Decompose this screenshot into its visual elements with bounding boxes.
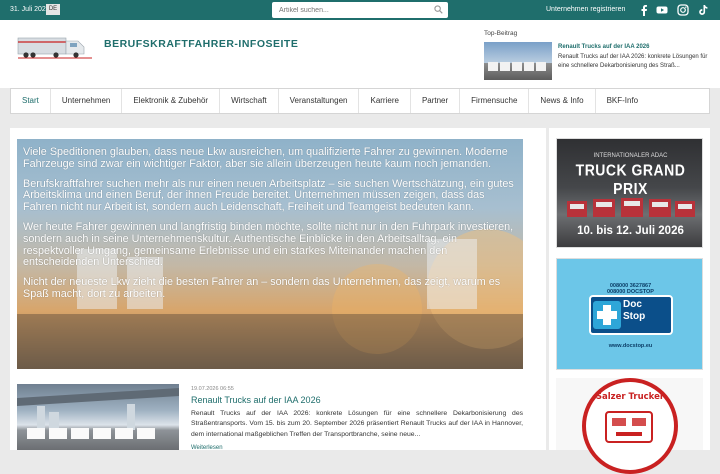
site-header: BERUFSKRAFTFAHRER-INFOSEITE Top-Beitrag …: [0, 20, 720, 88]
truck-grand-prix-ad[interactable]: INTERNATIONALER ADAC TRUCK GRAND PRIX 10…: [556, 138, 703, 248]
instagram-icon[interactable]: [677, 4, 689, 16]
nav-item-veranstaltungen[interactable]: Veranstaltungen: [279, 89, 360, 113]
search-input[interactable]: [272, 2, 422, 18]
hero-paragraph-3: Wer heute Fahrer gewinnen und langfristi…: [23, 220, 514, 269]
salzer-trucker-title: Salzer Trucker: [595, 392, 665, 402]
hero-paragraph-1: Viele Speditionen glauben, dass neue Lkw…: [23, 146, 508, 170]
nav-item-firmensuche[interactable]: Firmensuche: [460, 89, 530, 113]
top-bar: 31. Juli 2026 DE Unternehmen registriere…: [0, 0, 720, 20]
top-post-excerpt: Renault Trucks auf der IAA 2026: konkret…: [558, 54, 708, 69]
ad-title: TRUCK GRAND PRIX: [575, 160, 686, 198]
trucks-illustration: [567, 198, 695, 217]
register-company-link[interactable]: Unternehmen registrieren: [546, 6, 625, 13]
hero-banner[interactable]: Viele Speditionen glauben, dass neue Lkw…: [17, 139, 523, 369]
ad-dates: 10. bis 12. Juli 2026: [577, 225, 684, 237]
hero-paragraph-4: Nicht der neueste Lkw zieht die besten F…: [23, 276, 501, 300]
top-post-label: Top-Beitrag: [484, 30, 518, 37]
top-post-title[interactable]: Renault Trucks auf der IAA 2026: [558, 44, 649, 50]
docstop-brand: Doc Stop: [623, 299, 645, 323]
nav-item-unternehmen[interactable]: Unternehmen: [51, 89, 123, 113]
article-title[interactable]: Renault Trucks auf der IAA 2026: [191, 395, 321, 405]
nav-item-karriere[interactable]: Karriere: [359, 89, 411, 113]
current-date: 31. Juli 2026: [10, 6, 50, 13]
article-image[interactable]: [17, 384, 179, 450]
facebook-icon[interactable]: [638, 4, 650, 16]
nav-item-start[interactable]: Start: [11, 89, 51, 113]
medical-cross-icon: [593, 301, 621, 329]
main-content: Viele Speditionen glauben, dass neue Lkw…: [10, 128, 546, 451]
main-navigation: Start Unternehmen Elektronik & Zubehör W…: [10, 88, 710, 114]
site-logo[interactable]: [16, 32, 94, 62]
truck-icon: [605, 411, 653, 443]
nav-item-bkf-info[interactable]: BKF-Info: [596, 89, 650, 113]
read-more-link[interactable]: Weiterlesen: [191, 445, 223, 451]
nav-item-partner[interactable]: Partner: [411, 89, 461, 113]
article-excerpt: Renault Trucks auf der IAA 2026: konkret…: [191, 410, 523, 438]
nav-item-elektronik[interactable]: Elektronik & Zubehör: [122, 89, 221, 113]
youtube-icon[interactable]: [656, 4, 668, 16]
top-post-image[interactable]: [484, 42, 552, 80]
article-teaser: 19.07.2026 06:55 Renault Trucks auf der …: [17, 384, 523, 451]
language-selector[interactable]: DE: [46, 4, 60, 15]
nav-item-news[interactable]: News & Info: [529, 89, 596, 113]
docstop-url: www.docstop.eu: [608, 343, 653, 349]
article-date: 19.07.2026 06:55: [191, 386, 234, 392]
search-icon[interactable]: [434, 5, 443, 14]
docstop-brand-line2: Stop: [623, 311, 646, 322]
salzer-trucker-ad[interactable]: Salzer Trucker: [556, 378, 703, 474]
hero-paragraph-2: Berufskraftfahrer suchen mehr als nur ei…: [23, 177, 514, 214]
search-box: [272, 2, 448, 18]
site-name[interactable]: BERUFSKRAFTFAHRER-INFOSEITE: [104, 38, 298, 50]
nav-item-wirtschaft[interactable]: Wirtschaft: [220, 89, 279, 113]
sidebar: INTERNATIONALER ADAC TRUCK GRAND PRIX 10…: [549, 128, 710, 474]
tiktok-icon[interactable]: [697, 4, 709, 16]
docstop-ad[interactable]: 008000 3627867 008000 DOCSTOP Doc Stop ww…: [556, 258, 703, 370]
ad-subtitle: INTERNATIONALER ADAC: [593, 153, 668, 159]
docstop-brand-line1: Doc: [623, 299, 642, 310]
